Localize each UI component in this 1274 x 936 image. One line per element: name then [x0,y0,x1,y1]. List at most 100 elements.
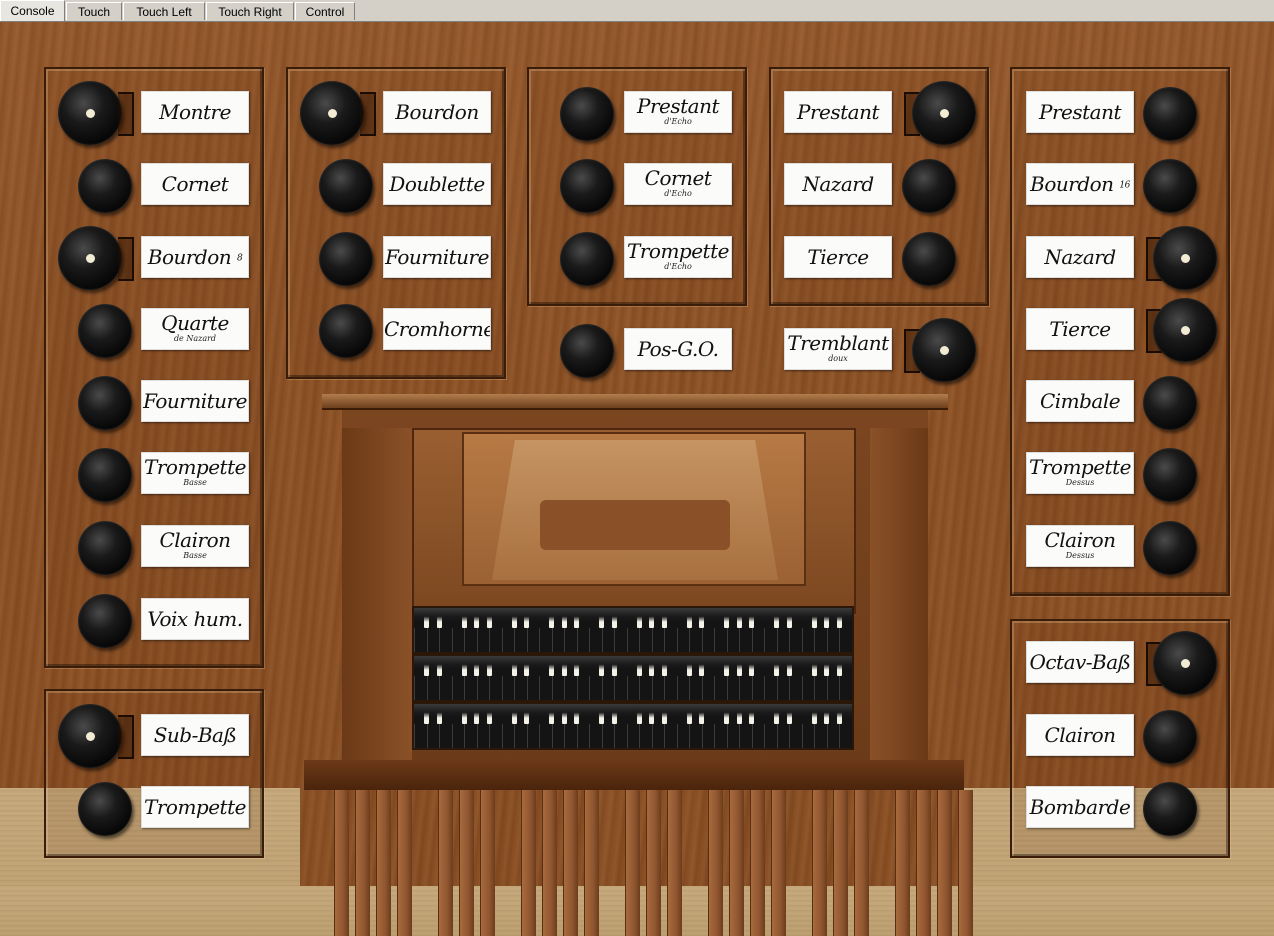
tab-touch-left[interactable]: Touch Left [123,2,205,20]
pedal-key[interactable] [584,790,599,936]
tremulant-knob[interactable] [912,318,976,382]
sharp-key[interactable] [774,608,780,628]
natural-key[interactable] [751,724,753,748]
stop-knob-cornet[interactable] [78,159,132,213]
sharp-key[interactable] [686,656,692,676]
natural-key[interactable] [601,724,603,748]
natural-key[interactable] [764,676,766,700]
natural-key[interactable] [439,628,441,652]
sharp-key[interactable] [549,608,555,628]
sharp-key[interactable] [661,704,667,724]
stop-knob-trompette-echo[interactable] [560,232,614,286]
stop-knob-tierce-right[interactable] [1153,298,1217,362]
pedal-key[interactable] [438,790,453,936]
natural-key[interactable] [514,628,516,652]
natural-key[interactable] [789,628,791,652]
pedal-key[interactable] [958,790,973,936]
natural-key[interactable] [626,724,628,748]
natural-key[interactable] [739,628,741,652]
natural-key[interactable] [601,628,603,652]
sharp-key[interactable] [474,704,480,724]
sharp-key[interactable] [561,704,567,724]
natural-key[interactable] [414,676,415,700]
sharp-key[interactable] [836,608,842,628]
natural-key[interactable] [614,628,616,652]
stop-knob-voix-humaine[interactable] [78,594,132,648]
sharp-key[interactable] [461,656,467,676]
natural-key[interactable] [526,628,528,652]
stop-knob-trompette-dessus[interactable] [1143,448,1197,502]
sharp-key[interactable] [436,608,442,628]
stop-label-clairon-basse[interactable]: Clairon Basse [141,525,249,567]
natural-key[interactable] [639,676,641,700]
stop-label-trompette-dessus[interactable]: Trompette Dessus [1026,452,1134,494]
stop-knob-quarte[interactable] [78,304,132,358]
natural-key[interactable] [639,724,641,748]
natural-key[interactable] [464,676,466,700]
pedal-key[interactable] [750,790,765,936]
stop-knob-prestant-right[interactable] [1143,87,1197,141]
sharp-key[interactable] [599,704,605,724]
natural-key[interactable] [814,628,816,652]
natural-key[interactable] [576,724,578,748]
sharp-key[interactable] [774,656,780,676]
stop-label-fourniture-positif[interactable]: Fourniture [383,236,491,278]
natural-key[interactable] [801,724,803,748]
natural-key[interactable] [551,676,553,700]
stop-label-bourdon-8[interactable]: Bourdon 8 [141,236,249,278]
natural-key[interactable] [714,676,716,700]
sharp-key[interactable] [736,608,742,628]
stop-knob-cromhorne[interactable] [319,304,373,358]
stop-label-fourniture[interactable]: Fourniture [141,380,249,422]
natural-key[interactable] [726,628,728,652]
natural-key[interactable] [739,676,741,700]
natural-key[interactable] [664,628,666,652]
sharp-key[interactable] [749,608,755,628]
pedal-key[interactable] [771,790,786,936]
natural-key[interactable] [489,724,491,748]
coupler-label-pos-go[interactable]: Pos-G.O. [624,328,732,370]
natural-key[interactable] [651,676,653,700]
sharp-key[interactable] [611,656,617,676]
natural-key[interactable] [439,676,441,700]
natural-key[interactable] [814,676,816,700]
stop-knob-tierce-recit[interactable] [902,232,956,286]
pedal-key[interactable] [459,790,474,936]
sharp-key[interactable] [686,704,692,724]
natural-key[interactable] [776,676,778,700]
pedal-key[interactable] [334,790,349,936]
stop-knob-montre[interactable] [58,81,122,145]
natural-key[interactable] [614,676,616,700]
pedal-key[interactable] [937,790,952,936]
natural-key[interactable] [614,724,616,748]
stop-label-tierce-right[interactable]: Tierce [1026,308,1134,350]
natural-key[interactable] [689,724,691,748]
sharp-key[interactable] [474,656,480,676]
sharp-key[interactable] [436,704,442,724]
sharp-key[interactable] [436,656,442,676]
natural-key[interactable] [714,724,716,748]
stop-label-voix-humaine[interactable]: Voix hum. [141,598,249,640]
natural-key[interactable] [476,724,478,748]
pedal-key[interactable] [812,790,827,936]
sharp-key[interactable] [511,704,517,724]
natural-key[interactable] [526,676,528,700]
sharp-key[interactable] [574,608,580,628]
sharp-key[interactable] [786,704,792,724]
pedal-key[interactable] [625,790,640,936]
sharp-key[interactable] [699,608,705,628]
sharp-key[interactable] [524,704,530,724]
natural-key[interactable] [826,628,828,652]
sharp-key[interactable] [474,608,480,628]
sharp-key[interactable] [611,704,617,724]
sharp-key[interactable] [486,704,492,724]
pedal-key[interactable] [542,790,557,936]
natural-key[interactable] [664,724,666,748]
natural-key[interactable] [451,724,453,748]
natural-key[interactable] [689,628,691,652]
tab-control[interactable]: Control [295,2,355,20]
stop-label-octav-bass[interactable]: Octav-Baß [1026,641,1134,683]
stop-label-trompette-echo[interactable]: Trompette d'Echo [624,236,732,278]
natural-key[interactable] [789,724,791,748]
stop-knob-sub-bass[interactable] [58,704,122,768]
